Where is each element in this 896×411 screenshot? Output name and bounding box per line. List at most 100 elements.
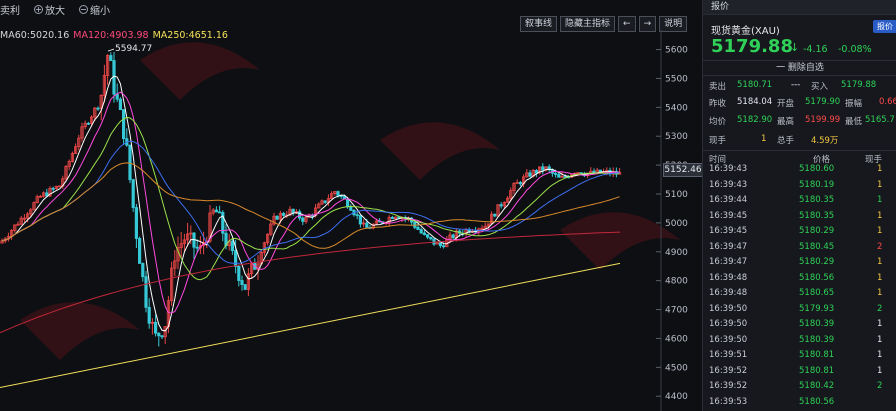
y-tick-label: 5500 — [665, 74, 688, 84]
tick-price: 5180.81 — [799, 365, 835, 376]
candle-body — [534, 170, 539, 174]
tick-time: 16:39:50 — [709, 319, 748, 329]
candle-body — [157, 332, 161, 337]
y-tick-label: 4900 — [665, 248, 688, 258]
candlestick-chart[interactable]: 5600550054005300520051005000490048004700… — [0, 30, 700, 411]
candle-body — [243, 284, 247, 290]
tick-vol: 2 — [877, 241, 883, 252]
high-annotation-label: 5594.77 — [115, 44, 152, 54]
zoom-in-label: 放大 — [45, 5, 65, 17]
tick-row: 16:39:45 5180.29 1 — [703, 226, 896, 239]
tick-time: 16:39:47 — [709, 241, 748, 252]
candle-body — [432, 238, 436, 245]
tick-time: 16:39:52 — [709, 365, 748, 376]
tick-price: 5180.45 — [799, 241, 835, 252]
candle-body — [518, 182, 523, 185]
quote-tag-button[interactable]: 报价 — [873, 20, 896, 33]
tick-vol: 1 — [877, 365, 883, 376]
tab-quote[interactable]: 报价 — [703, 0, 896, 15]
zoom-out-button[interactable]: 缩小 — [79, 2, 110, 17]
tick-vol: 1 — [877, 164, 883, 174]
quote-panel: 报价 现货黄金(XAU) 报价 5179.88 ↓ -4.16 -0.08% 一… — [702, 0, 896, 411]
tick-row: 16:39:45 5180.35 1 — [703, 211, 896, 224]
candle-body — [240, 280, 244, 285]
tick-price: 5180.39 — [799, 334, 835, 345]
open-price: 5179.90 — [805, 97, 841, 107]
cur-vol: 1 — [761, 134, 767, 144]
candle-body — [281, 213, 286, 216]
candle-body — [230, 240, 234, 252]
candle-body — [297, 211, 302, 219]
tick-row: 16:39:52 5180.81 1 — [703, 366, 896, 379]
candle-body — [323, 200, 327, 203]
tick-price: 5180.42 — [799, 381, 835, 391]
candle-body — [541, 166, 545, 171]
tick-price: 5180.29 — [799, 257, 835, 267]
tick-price: 5180.29 — [799, 226, 835, 236]
candle-body — [345, 198, 350, 208]
tick-vol: 1 — [877, 288, 883, 298]
tick-vol: 1 — [877, 210, 883, 221]
candle-body — [429, 236, 433, 240]
tick-row: 16:39:50 5180.39 1 — [703, 335, 896, 348]
candle-body — [390, 216, 395, 220]
prev-close: 5184.04 — [737, 97, 773, 107]
toolbar-item-0[interactable]: 卖利 — [0, 2, 20, 17]
sell-price: 5180.71 — [737, 80, 773, 90]
tick-time: 16:39:50 — [709, 334, 748, 345]
candle-body — [291, 208, 295, 213]
avg-label: 均价 — [709, 117, 727, 127]
tick-time: 16:39:43 — [709, 164, 748, 174]
candle-body — [131, 179, 135, 208]
tick-time: 16:39:53 — [709, 396, 748, 407]
tick-row: 16:39:48 5180.65 1 — [703, 288, 896, 301]
tick-time: 16:39:44 — [709, 195, 748, 205]
y-tick-label: 4800 — [665, 277, 688, 287]
avg-price: 5182.90 — [737, 115, 773, 125]
candle-body — [217, 211, 222, 214]
tick-row: 16:39:47 5180.29 1 — [703, 257, 896, 270]
candle-body — [275, 215, 279, 220]
tick-vol: 1 — [877, 226, 883, 236]
candle-body — [301, 217, 305, 222]
ma-legend: MA60:5020.16 MA120:4903.98 MA250:4651.16 — [0, 30, 228, 41]
candle-body — [195, 246, 199, 249]
candle-body — [365, 222, 369, 228]
y-tick-label: 5100 — [665, 190, 688, 200]
tick-price: 5180.39 — [799, 319, 835, 329]
tick-vol: 1 — [877, 334, 883, 345]
y-tick-label: 5600 — [665, 46, 688, 56]
tick-price: 5180.56 — [799, 396, 835, 407]
y-tick-label: 5300 — [665, 132, 688, 142]
candle-body — [451, 234, 455, 239]
tick-row: 16:39:53 5180.56 — [703, 397, 896, 410]
ma250-line — [0, 262, 621, 389]
tick-row: 16:39:48 5180.56 1 — [703, 273, 896, 286]
y-tick-label: 5400 — [665, 103, 688, 113]
candle-body — [128, 144, 132, 181]
tick-time: 16:39:48 — [709, 288, 748, 298]
ticks-header: 时间 价格 现手 — [703, 150, 896, 165]
y-tick-label: 4700 — [665, 306, 688, 316]
sell-label: 卖出 — [709, 82, 727, 92]
tick-time: 16:39:47 — [709, 257, 748, 267]
low-price: 5165.7 — [865, 115, 895, 125]
tick-row: 16:39:50 5179.93 2 — [703, 304, 896, 317]
high-annotation-pointer — [107, 48, 115, 52]
candle-body — [563, 175, 567, 178]
symbol-name: 现货黄金(XAU) — [711, 26, 780, 37]
candle-body — [153, 321, 158, 334]
candle-body — [493, 213, 497, 217]
tick-vol: 1 — [877, 272, 883, 283]
tick-vol: 2 — [877, 381, 883, 391]
candle-body — [528, 172, 532, 177]
tick-time: 16:39:52 — [709, 381, 748, 391]
candle-body — [419, 229, 423, 234]
tick-price: 5180.56 — [799, 272, 835, 283]
down-arrow-icon: ↓ — [790, 41, 800, 54]
tick-row: 16:39:51 5180.81 1 — [703, 350, 896, 363]
candle-body — [349, 206, 353, 211]
remove-watchlist-button[interactable]: 一 删除自选 — [703, 60, 896, 76]
zoom-in-button[interactable]: 放大 — [34, 2, 65, 17]
sell-extra: --- — [791, 80, 801, 90]
